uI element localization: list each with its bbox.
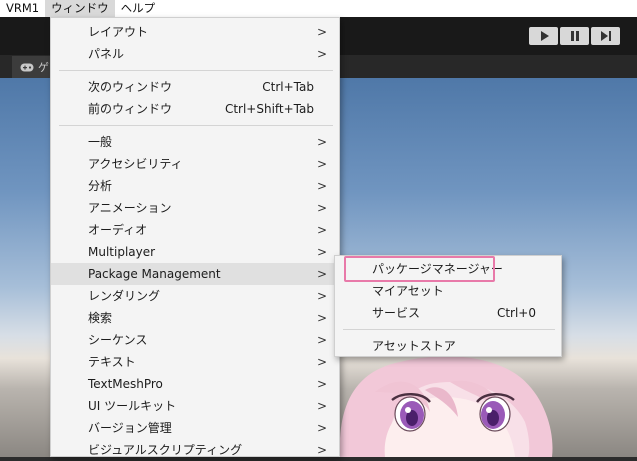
menu-item-animation[interactable]: アニメーション >	[51, 197, 339, 219]
chevron-right-icon: >	[316, 245, 327, 259]
menu-item-label: サービス	[372, 306, 421, 320]
menu-item-label: バージョン管理	[88, 421, 172, 435]
menu-item-label: テキスト	[88, 355, 136, 369]
menu-item-prev-window[interactable]: 前のウィンドウ Ctrl+Shift+Tab	[51, 98, 339, 120]
chevron-right-icon: >	[316, 157, 327, 171]
play-icon	[540, 31, 549, 41]
chevron-right-icon: >	[316, 135, 327, 149]
menu-item-label: 次のウィンドウ	[88, 80, 173, 94]
menu-item-label: シーケンス	[88, 333, 148, 347]
chevron-right-icon: >	[316, 179, 327, 193]
menu-item-label: レイアウト	[88, 25, 149, 39]
chevron-right-icon: >	[316, 267, 327, 281]
menu-item-label: Multiplayer	[88, 245, 156, 259]
menu-item-visual-scripting[interactable]: ビジュアルスクリプティング >	[51, 439, 339, 461]
play-button[interactable]	[529, 27, 558, 45]
menu-item-label: アクセシビリティ	[88, 157, 183, 171]
menu-separator	[59, 125, 333, 126]
menu-item-sequence[interactable]: シーケンス >	[51, 329, 339, 351]
menu-item-label: 一般	[88, 135, 113, 149]
menu-item-label: レンダリング	[88, 289, 161, 303]
menu-item-label: アニメーション	[88, 201, 172, 215]
menu-item-layout[interactable]: レイアウト >	[51, 21, 339, 43]
menu-item-search[interactable]: 検索 >	[51, 307, 339, 329]
chevron-right-icon: >	[316, 377, 327, 391]
menu-separator	[59, 70, 333, 71]
menu-item-label: 検索	[88, 311, 113, 325]
pause-icon	[570, 31, 579, 41]
menu-item-label: ビジュアルスクリプティング	[88, 443, 243, 457]
menu-item-shortcut: Ctrl+0	[496, 306, 536, 320]
menu-item-accessibility[interactable]: アクセシビリティ >	[51, 153, 339, 175]
menu-item-package-management[interactable]: Package Management >	[51, 263, 339, 285]
window-menu: レイアウト > パネル > 次のウィンドウ Ctrl+Tab 前のウィンドウ C…	[50, 17, 340, 457]
menu-item-label: 前のウィンドウ	[88, 102, 173, 116]
gamepad-icon	[20, 63, 34, 71]
menu-item-asset-store[interactable]: アセットストア	[335, 335, 561, 357]
menu-item-rendering[interactable]: レンダリング >	[51, 285, 339, 307]
menu-bar: VRM1 ウィンドウ ヘルプ	[0, 0, 637, 17]
menu-item-analysis[interactable]: 分析 >	[51, 175, 339, 197]
menu-item-package-manager[interactable]: パッケージマネージャー	[335, 258, 561, 280]
character-preview	[339, 356, 553, 457]
chevron-right-icon: >	[316, 443, 327, 457]
menu-item-shortcut: Ctrl+Tab	[262, 80, 314, 94]
menu-item-textmeshpro[interactable]: TextMeshPro >	[51, 373, 339, 395]
chevron-right-icon: >	[316, 333, 327, 347]
chevron-right-icon: >	[316, 355, 327, 369]
menu-item-panels[interactable]: パネル >	[51, 43, 339, 65]
menu-item-shortcut: Ctrl+Shift+Tab	[224, 102, 314, 116]
menu-item-multiplayer[interactable]: Multiplayer >	[51, 241, 339, 263]
menu-vrm1[interactable]: VRM1	[0, 0, 45, 17]
chevron-right-icon: >	[316, 201, 327, 215]
step-button[interactable]	[591, 27, 620, 45]
menu-item-audio[interactable]: オーディオ >	[51, 219, 339, 241]
chevron-right-icon: >	[316, 399, 327, 413]
menu-item-text[interactable]: テキスト >	[51, 351, 339, 373]
menu-item-next-window[interactable]: 次のウィンドウ Ctrl+Tab	[51, 76, 339, 98]
menu-item-general[interactable]: 一般 >	[51, 131, 339, 153]
menu-item-label: TextMeshPro	[88, 377, 163, 391]
menu-item-label: Package Management	[88, 267, 221, 281]
menu-item-services[interactable]: サービス Ctrl+0	[335, 302, 561, 324]
package-management-submenu: パッケージマネージャー マイアセット サービス Ctrl+0 アセットストア	[334, 255, 562, 357]
menu-item-ui-toolkit[interactable]: UI ツールキット >	[51, 395, 339, 417]
menu-item-label: 分析	[88, 179, 113, 193]
step-icon	[600, 31, 611, 41]
menu-item-label: マイアセット	[372, 284, 444, 298]
menu-item-label: パネル	[88, 47, 125, 61]
menu-item-label: パッケージマネージャー	[372, 262, 503, 276]
chevron-right-icon: >	[316, 421, 327, 435]
chevron-right-icon: >	[316, 25, 327, 39]
menu-window[interactable]: ウィンドウ	[45, 0, 115, 17]
menu-item-version-control[interactable]: バージョン管理 >	[51, 417, 339, 439]
menu-item-label: UI ツールキット	[88, 399, 177, 413]
pause-button[interactable]	[560, 27, 589, 45]
tab-game-label: ゲ	[38, 61, 49, 74]
menu-help[interactable]: ヘルプ	[115, 0, 162, 17]
menu-item-label: オーディオ	[88, 223, 148, 237]
menu-item-label: アセットストア	[372, 339, 456, 353]
chevron-right-icon: >	[316, 47, 327, 61]
chevron-right-icon: >	[316, 289, 327, 303]
play-controls	[529, 27, 620, 45]
chevron-right-icon: >	[316, 223, 327, 237]
menu-separator	[343, 329, 555, 330]
menu-item-my-assets[interactable]: マイアセット	[335, 280, 561, 302]
chevron-right-icon: >	[316, 311, 327, 325]
